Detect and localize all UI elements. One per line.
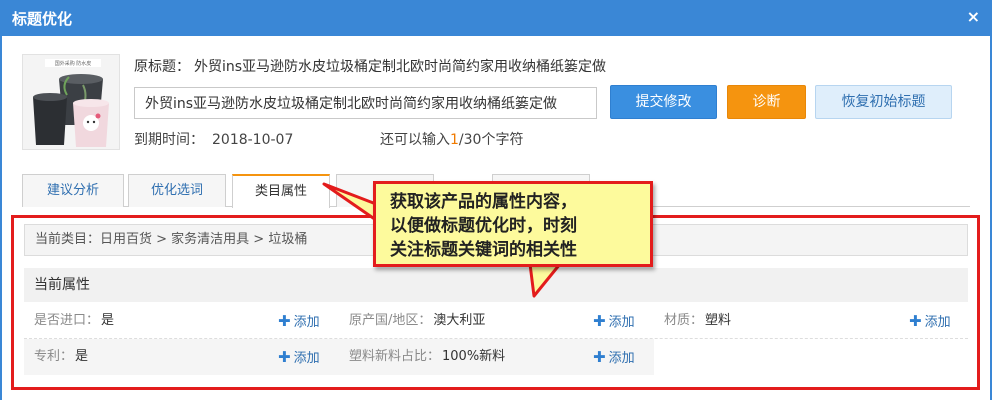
plus-icon: ✚: [909, 312, 922, 330]
annotation-callout: 获取该产品的属性内容， 以便做标题优化时，时刻 关注标题关键词的相关性: [373, 181, 653, 267]
trash-bins-image: 国外采购 防水皮: [23, 55, 119, 149]
tab-suggestion-analysis[interactable]: 建议分析: [22, 174, 124, 207]
attribute-key: 原产国/地区：: [349, 313, 432, 328]
add-attribute-button[interactable]: ✚ 添加: [278, 339, 320, 375]
attribute-value: 100%新料: [442, 349, 506, 364]
plus-icon: ✚: [278, 348, 291, 366]
original-title-value: 外贸ins亚马逊防水皮垃圾桶定制北欧时尚简约家用收纳桶纸篓定做: [194, 59, 607, 75]
original-title: 原标题： 外贸ins亚马逊防水皮垃圾桶定制北欧时尚简约家用收纳桶纸篓定做: [134, 56, 606, 76]
add-attribute-button[interactable]: ✚ 添加: [278, 303, 320, 339]
plus-icon: ✚: [278, 312, 291, 330]
remaining-count: 1: [450, 132, 459, 148]
add-attribute-button[interactable]: ✚ 添加: [909, 303, 951, 339]
remaining-suffix: /30个字符: [458, 132, 524, 148]
attribute-item: 是否进口：是: [34, 303, 114, 339]
attribute-value: 澳大利亚: [433, 313, 486, 328]
dialog-title: 标题优化: [12, 10, 73, 28]
attribute-row: 专利：是 ✚ 添加 塑料新料占比： 100%新料 ✚ 添加: [24, 339, 968, 375]
attribute-key: 材质：: [664, 313, 704, 328]
attribute-key: 是否进口：: [34, 313, 100, 328]
add-attribute-button[interactable]: ✚ 添加: [593, 303, 635, 339]
callout-line: 获取该产品的属性内容，: [390, 192, 577, 212]
plus-icon: ✚: [593, 312, 606, 330]
attribute-value: 塑料: [705, 313, 732, 328]
dialog-border-left: [0, 36, 2, 400]
expire-info: 到期时间： 2018-10-07: [134, 129, 293, 149]
attribute-key: 塑料新料占比：: [349, 349, 441, 364]
submit-button[interactable]: 提交修改: [610, 85, 717, 119]
plus-icon: ✚: [593, 348, 606, 366]
callout-line: 以便做标题优化时，时刻: [390, 216, 577, 236]
diagnose-button[interactable]: 诊断: [727, 85, 806, 119]
reset-title-button[interactable]: 恢复初始标题: [815, 85, 952, 119]
attribute-key: 专利：: [34, 349, 74, 364]
callout-line: 关注标题关键词的相关性: [390, 240, 577, 260]
callout-tail: [528, 262, 562, 298]
attributes-header: 当前属性: [24, 268, 968, 302]
remaining-prefix: 还可以输入: [380, 132, 450, 148]
tab-keyword-optimize[interactable]: 优化选词: [128, 174, 226, 207]
close-icon[interactable]: ×: [967, 9, 980, 25]
attribute-value: 是: [75, 349, 89, 364]
attribute-item: 专利：是: [34, 339, 88, 375]
tab-category-attributes[interactable]: 类目属性: [232, 174, 330, 208]
expire-date: 2018-10-07: [212, 132, 294, 148]
expire-label: 到期时间：: [134, 132, 204, 148]
product-thumbnail: 国外采购 防水皮: [22, 54, 120, 150]
attribute-item: 塑料新料占比： 100%新料: [349, 339, 505, 375]
attribute-row: 是否进口：是 ✚ 添加 原产国/地区： 澳大利亚 ✚ 添加 材质： 塑料 ✚ 添加: [24, 303, 968, 339]
attribute-value: 是: [101, 313, 115, 328]
original-title-label: 原标题：: [134, 59, 190, 75]
title-input[interactable]: [134, 87, 597, 119]
attribute-item: 材质： 塑料: [664, 303, 731, 339]
attribute-item: 原产国/地区： 澳大利亚: [349, 303, 485, 339]
thumb-caption: 国外采购 防水皮: [55, 60, 92, 67]
add-attribute-button[interactable]: ✚ 添加: [593, 339, 635, 375]
char-remaining: 还可以输入1/30个字符: [380, 129, 523, 149]
dialog-titlebar: 标题优化 ×: [0, 0, 992, 36]
